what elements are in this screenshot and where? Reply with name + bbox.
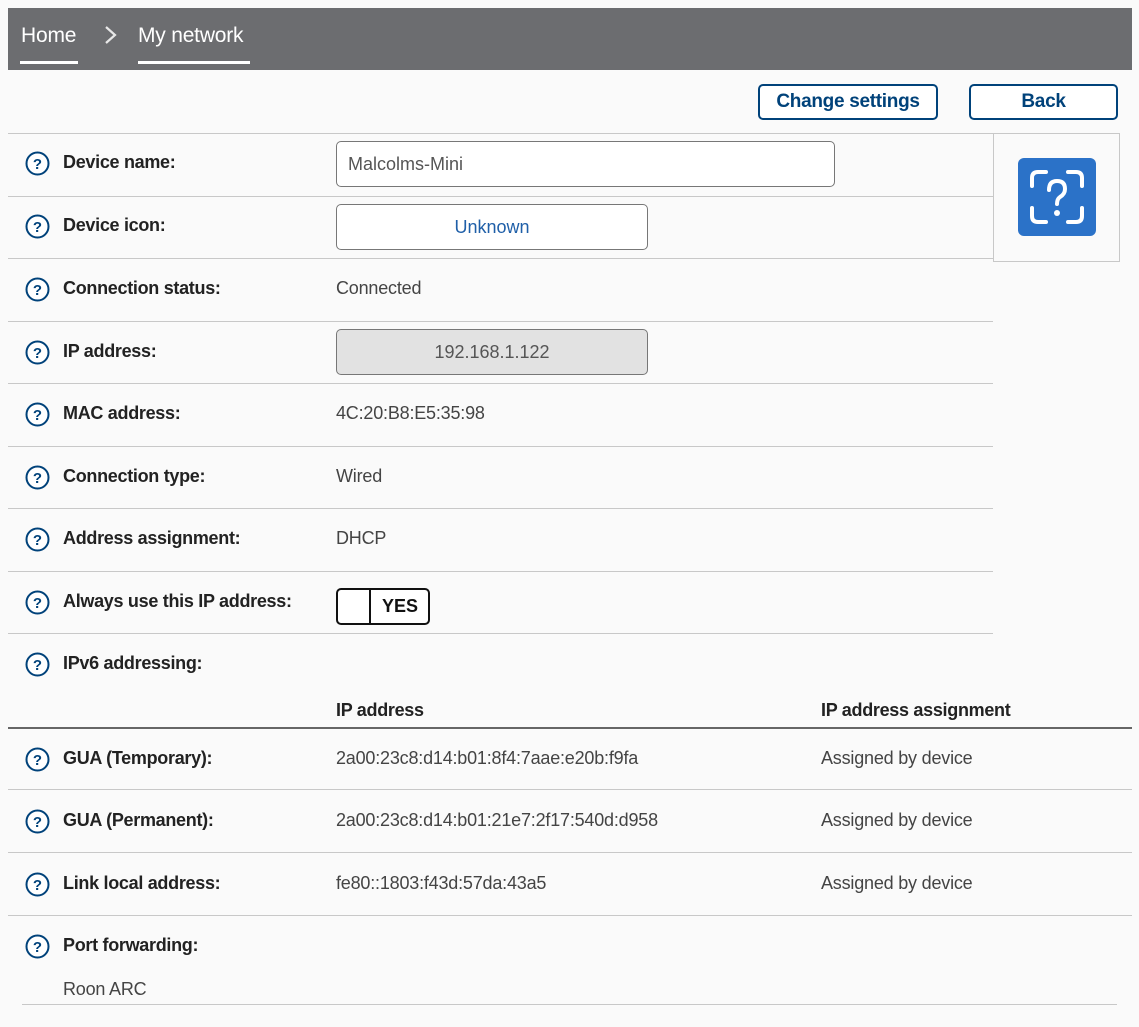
divider (8, 321, 993, 322)
connection-type-value: Wired (336, 466, 383, 486)
device-icon-panel (993, 133, 1120, 262)
mac-address-label: MAC address: (63, 403, 181, 423)
divider (8, 571, 993, 572)
unknown-device-icon (1018, 158, 1096, 236)
svg-text:?: ? (33, 657, 42, 674)
gua-temporary-address: 2a00:23c8:d14:b01:8f4:7aae:e20b:f9fa (336, 748, 639, 768)
mac-address-value: 4C:20:B8:E5:35:98 (336, 403, 485, 423)
breadcrumb-current-underline (138, 61, 250, 64)
help-circle-icon[interactable]: ? (25, 809, 50, 834)
svg-text:?: ? (33, 939, 42, 956)
help-circle-icon[interactable]: ? (25, 747, 50, 772)
svg-text:?: ? (33, 470, 42, 487)
help-circle-icon[interactable]: ? (25, 652, 50, 677)
device-name-input[interactable]: Malcolms-Mini (336, 141, 835, 187)
svg-text:?: ? (33, 407, 42, 424)
divider (8, 789, 1132, 790)
help-circle-icon[interactable]: ? (25, 214, 50, 239)
gua-temporary-assignment: Assigned by device (821, 748, 973, 768)
divider (22, 1004, 1117, 1005)
gua-permanent-label: GUA (Permanent): (63, 810, 214, 830)
breadcrumb-home[interactable]: Home (21, 24, 76, 48)
divider (8, 383, 993, 384)
link-local-assignment: Assigned by device (821, 873, 973, 893)
gua-temporary-label: GUA (Temporary): (63, 748, 213, 768)
back-button[interactable]: Back (969, 84, 1118, 120)
toggle-knob (369, 588, 371, 625)
port-forwarding-label: Port forwarding: (63, 935, 199, 955)
change-settings-button[interactable]: Change settings (758, 84, 938, 120)
divider (8, 508, 993, 509)
address-assignment-value: DHCP (336, 528, 387, 548)
svg-text:?: ? (33, 877, 42, 894)
divider (8, 196, 993, 197)
gua-permanent-assignment: Assigned by device (821, 810, 973, 830)
help-circle-icon[interactable]: ? (25, 590, 50, 615)
device-name-label: Device name: (63, 152, 176, 172)
connection-type-label: Connection type: (63, 466, 206, 486)
divider (8, 852, 1132, 853)
connection-status-value: Connected (336, 278, 422, 298)
svg-text:?: ? (33, 752, 42, 769)
link-local-address: fe80::1803:f43d:57da:43a5 (336, 873, 547, 893)
svg-text:?: ? (33, 282, 42, 299)
chevron-right-icon (105, 26, 117, 44)
svg-text:?: ? (33, 219, 42, 236)
breadcrumb-current[interactable]: My network (138, 24, 244, 48)
breadcrumb-home-underline (20, 61, 78, 64)
toggle-state: YES (381, 596, 419, 616)
always-use-ip-toggle[interactable]: YES (336, 588, 430, 625)
link-local-label: Link local address: (63, 873, 221, 893)
svg-text:?: ? (33, 532, 42, 549)
ip-address-field: 192.168.1.122 (336, 329, 648, 375)
divider (8, 258, 993, 259)
divider (8, 133, 993, 134)
divider (8, 633, 993, 634)
help-circle-icon[interactable]: ? (25, 402, 50, 427)
svg-text:?: ? (33, 345, 42, 362)
always-use-ip-label: Always use this IP address: (63, 591, 292, 611)
help-circle-icon[interactable]: ? (25, 527, 50, 552)
svg-text:?: ? (33, 814, 42, 831)
device-icon-label: Device icon: (63, 215, 166, 235)
ip-address-label: IP address: (63, 341, 157, 361)
address-assignment-label: Address assignment: (63, 528, 241, 548)
help-circle-icon[interactable]: ? (25, 151, 50, 176)
port-forwarding-value: Roon ARC (63, 979, 147, 999)
help-circle-icon[interactable]: ? (25, 340, 50, 365)
help-circle-icon[interactable]: ? (25, 277, 50, 302)
svg-text:?: ? (33, 595, 42, 612)
divider (8, 446, 993, 447)
ipv6-addressing-label: IPv6 addressing: (63, 653, 203, 673)
svg-text:?: ? (33, 156, 42, 173)
gua-permanent-address: 2a00:23c8:d14:b01:21e7:2f17:540d:d958 (336, 810, 658, 830)
help-circle-icon[interactable]: ? (25, 872, 50, 897)
connection-status-label: Connection status: (63, 278, 221, 298)
help-circle-icon[interactable]: ? (25, 934, 50, 959)
device-icon-select[interactable]: Unknown (336, 204, 648, 250)
table-header-divider (8, 727, 1132, 729)
divider (8, 915, 1132, 916)
ipv6-column-ip-address: IP address (336, 700, 424, 720)
ipv6-column-assignment: IP address assignment (821, 700, 1011, 720)
help-circle-icon[interactable]: ? (25, 465, 50, 490)
